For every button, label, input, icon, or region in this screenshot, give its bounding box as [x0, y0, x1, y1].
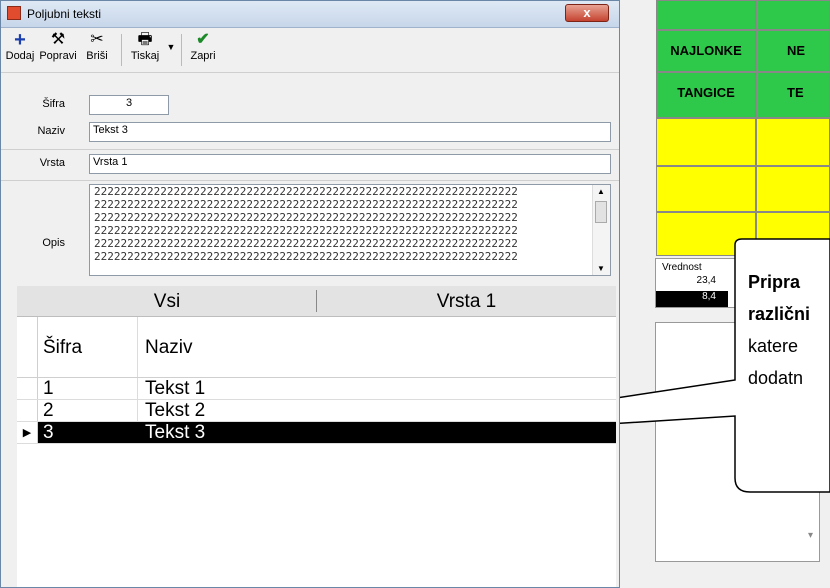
brisi-label: Briši — [86, 50, 108, 62]
row-indicator — [17, 378, 38, 399]
checkmark-icon: ✔ — [196, 31, 210, 48]
cell-naziv: Tekst 1 — [145, 378, 206, 399]
vrsta-row: Vrsta Vrsta 1 — [1, 153, 619, 177]
toolbar-separator — [121, 34, 122, 66]
row-indicator — [17, 400, 38, 421]
opis-line: 2222222222222222222222222222222222222222… — [94, 185, 518, 198]
popravi-button[interactable]: ⚒ Popravi — [39, 30, 77, 62]
table-row-selected[interactable]: ▶ 3 Tekst 3 — [17, 422, 616, 444]
sifra-input[interactable]: 3 — [89, 95, 169, 115]
printer-icon: 🖶 — [137, 31, 153, 48]
vrsta-input[interactable]: Vrsta 1 — [89, 154, 611, 174]
divider-2 — [1, 180, 619, 181]
opis-label: Opis — [42, 237, 65, 249]
cell-sifra: 3 — [43, 422, 54, 443]
brisi-button[interactable]: ✂ Briši — [81, 30, 113, 62]
grid-header: Šifra Naziv — [17, 317, 616, 378]
title-bar[interactable]: Poljubni teksti x — [1, 1, 619, 28]
tiskaj-button[interactable]: 🖶 Tiskaj — [127, 30, 163, 62]
column-separator — [137, 317, 138, 377]
cell-sifra: 2 — [43, 400, 54, 421]
cell-naziv: Tekst 3 — [145, 422, 206, 443]
app-icon — [7, 6, 21, 20]
toolbar-separator-2 — [181, 34, 182, 66]
tiskaj-label: Tiskaj — [130, 50, 160, 62]
plus-icon: + — [14, 29, 26, 51]
opis-scrollbar[interactable]: ▲ ▼ — [592, 185, 610, 275]
table-row[interactable]: 1 Tekst 1 — [17, 378, 616, 400]
dodaj-label: Dodaj — [5, 50, 35, 62]
tab-vrsta-1[interactable]: Vrsta 1 — [317, 286, 616, 316]
scroll-up-icon[interactable]: ▲ — [597, 187, 605, 196]
window-title: Poljubni teksti — [27, 7, 102, 21]
callout-line-2: različni — [748, 304, 811, 324]
opis-line: 2222222222222222222222222222222222222222… — [94, 224, 518, 237]
table-row[interactable]: 2 Tekst 2 — [17, 400, 616, 422]
tiskaj-dropdown-chevron-down-icon[interactable]: ▼ — [165, 42, 177, 52]
callout-line-4: dodatn — [748, 368, 804, 388]
data-grid: Šifra Naziv 1 Tekst 1 2 Tekst 2 ▶ 3 Teks… — [17, 317, 616, 587]
naziv-input[interactable]: Tekst 3 — [89, 122, 611, 142]
divider — [1, 149, 619, 150]
zapri-label: Zapri — [190, 50, 216, 62]
opis-textarea[interactable]: 2222222222222222222222222222222222222222… — [89, 184, 611, 276]
tab-strip: Vsi Vrsta 1 — [17, 286, 616, 317]
scroll-thumb[interactable] — [595, 201, 607, 223]
dodaj-button[interactable]: + Dodaj — [3, 30, 37, 62]
callout-line-3: katere — [748, 336, 799, 356]
naziv-label: Naziv — [37, 125, 65, 137]
naziv-row: Naziv Tekst 3 — [1, 121, 619, 145]
cell-sifra: 1 — [43, 378, 54, 399]
opis-line: 2222222222222222222222222222222222222222… — [94, 237, 518, 250]
close-button[interactable]: x — [565, 4, 609, 22]
column-header-naziv[interactable]: Naziv — [145, 337, 193, 359]
tab-vsi[interactable]: Vsi — [17, 286, 317, 316]
column-separator — [137, 400, 138, 421]
sifra-label: Šifra — [42, 98, 65, 110]
current-row-arrow-icon: ▶ — [17, 422, 38, 443]
opis-line: 2222222222222222222222222222222222222222… — [94, 250, 518, 263]
vrsta-label: Vrsta — [39, 157, 65, 169]
cell-naziv: Tekst 2 — [145, 400, 206, 421]
opis-line: 2222222222222222222222222222222222222222… — [94, 211, 518, 224]
column-header-sifra[interactable]: Šifra — [43, 337, 82, 359]
opis-line: 2222222222222222222222222222222222222222… — [94, 198, 518, 211]
row-indicator-column — [17, 317, 38, 377]
sifra-row: Šifra 3 — [1, 94, 619, 118]
popravi-label: Popravi — [39, 50, 77, 62]
scroll-down-icon[interactable]: ▼ — [597, 264, 605, 273]
callout-line-1: Pripra — [748, 272, 801, 292]
column-separator — [137, 378, 138, 399]
zapri-button[interactable]: ✔ Zapri — [187, 30, 219, 62]
hammer-icon: ⚒ — [50, 31, 66, 48]
toolbar: + Dodaj ⚒ Popravi ✂ Briši 🖶 Tiskaj ▼ ✔ Z… — [1, 28, 619, 73]
scissors-icon: ✂ — [90, 31, 104, 48]
poljubni-teksti-window: Poljubni teksti x + Dodaj ⚒ Popravi ✂ Br… — [0, 0, 620, 588]
